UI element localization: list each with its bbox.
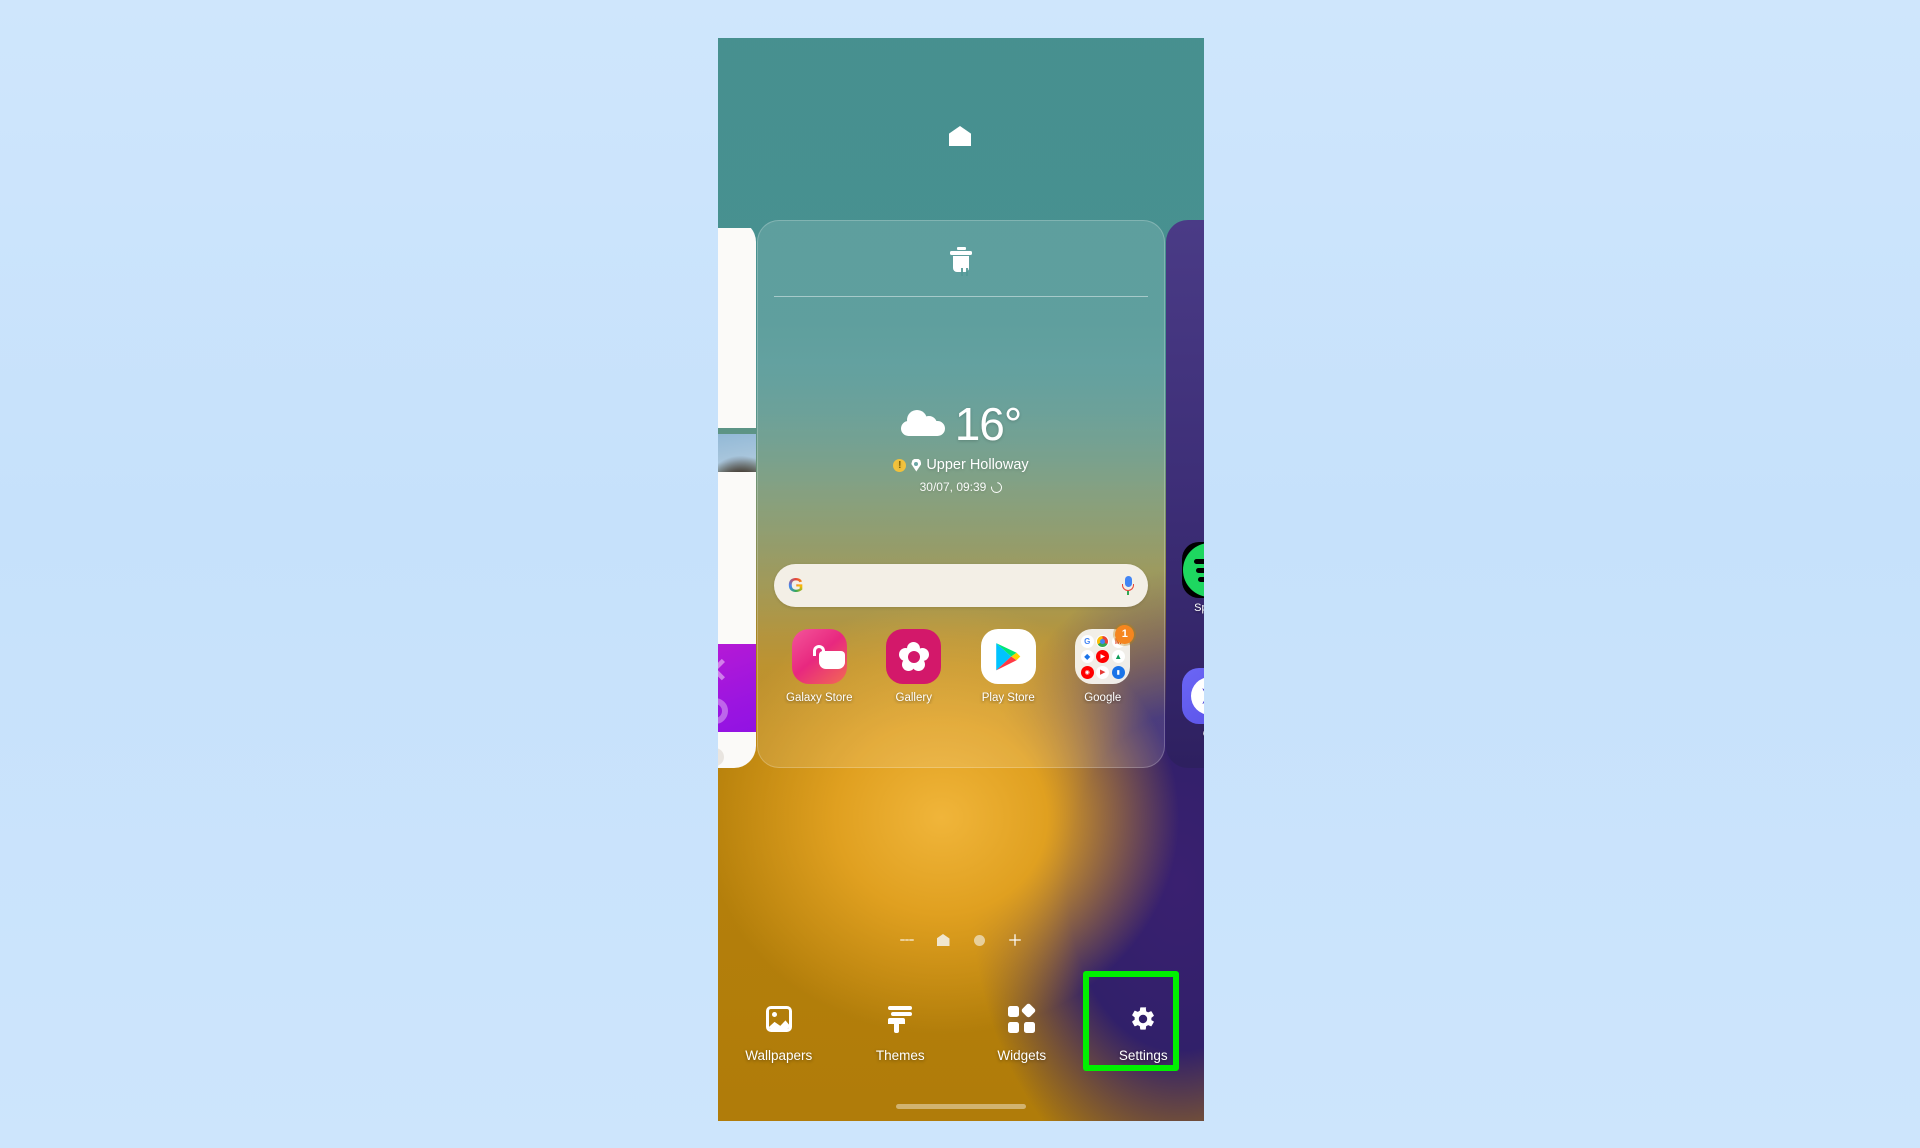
toolbar-label: Settings: [1118, 1048, 1168, 1063]
weather-updated-label: 30/07, 09:39: [919, 480, 987, 494]
home-edit-toolbar: Wallpapers Themes Widgets Settings: [718, 986, 1204, 1094]
app-play-store[interactable]: Play Store: [970, 629, 1046, 704]
page-indicator-row: [718, 933, 1204, 947]
play-store-icon[interactable]: [980, 629, 1036, 684]
meet-icon: ▮: [1111, 665, 1125, 679]
play-triangle-glyph: [996, 642, 1021, 670]
galaxy-store-icon[interactable]: [791, 629, 847, 684]
flower-glyph: [898, 641, 929, 672]
toolbar-item-wallpapers[interactable]: Wallpapers: [718, 986, 840, 1094]
app-galaxy-store[interactable]: Galaxy Store: [781, 629, 857, 704]
preview-card: [718, 228, 756, 428]
toolbar-item-themes[interactable]: Themes: [840, 986, 962, 1094]
close-icon: ✕: [718, 654, 734, 690]
drive-icon: ▲: [1111, 650, 1125, 663]
maps-icon: ◆: [1080, 650, 1094, 663]
home-icon[interactable]: [936, 933, 950, 947]
google-g-icon: G: [788, 574, 804, 597]
location-pin-icon: [911, 458, 922, 472]
toolbar-item-widgets[interactable]: Widgets: [961, 986, 1083, 1094]
shopping-bag-glyph: [806, 644, 846, 669]
previous-home-page-preview[interactable]: ✕: [718, 220, 756, 768]
toolbar-item-settings[interactable]: Settings: [1083, 986, 1205, 1094]
warning-icon: !: [893, 458, 907, 472]
weather-widget[interactable]: 16° ! Upper Holloway 30/07, 09:39: [758, 401, 1164, 495]
app-label: Galaxy Store: [786, 692, 853, 704]
google-folder-icon[interactable]: G M ◆ ▶ ▲ ◉ ▶ ▮ 1: [1075, 625, 1135, 684]
app-label: Play Store: [981, 692, 1035, 704]
gesture-navigation-pill[interactable]: [896, 1104, 1026, 1109]
phone-screen: ✕ Spotify ➤ Clo: [718, 38, 1204, 1121]
previous-page-content: ✕: [718, 220, 756, 768]
brush-icon: [885, 1004, 915, 1034]
spotify-glyph: [1183, 543, 1204, 597]
next-home-page-preview[interactable]: Spotify ➤ Clo: [1166, 220, 1204, 768]
youtube-music-icon: ◉: [1080, 665, 1094, 679]
gear-icon: [1128, 1004, 1158, 1034]
app-row: Galaxy Store Gallery Play Store G ◆ ▶ ▲ …: [772, 625, 1150, 704]
cloud-send-icon[interactable]: ➤: [1182, 668, 1204, 724]
home-glyph: [949, 126, 971, 146]
google-search-icon: G: [1080, 634, 1094, 648]
microphone-icon[interactable]: [1122, 575, 1134, 596]
preview-card: [718, 732, 756, 768]
card-divider: [774, 296, 1148, 297]
widgets-icon: [1007, 1002, 1037, 1034]
app-google-folder[interactable]: G M ◆ ▶ ▲ ◉ ▶ ▮ 1: [1065, 625, 1141, 704]
play-movies-icon: ▶: [1096, 665, 1110, 679]
dot-icon[interactable]: [972, 933, 986, 947]
cloud-icon: [900, 410, 945, 438]
weather-location-label: Upper Holloway: [926, 457, 1029, 473]
home-icon[interactable]: [949, 126, 973, 150]
gallery-icon[interactable]: [886, 629, 942, 684]
app-label-clo: Clo: [1174, 728, 1204, 740]
spotify-icon[interactable]: [1182, 542, 1204, 598]
app-label-spotify: Spotify: [1194, 602, 1204, 614]
chrome-icon: [1096, 634, 1110, 648]
wallpaper-icon: [764, 1004, 794, 1034]
notification-badge: 1: [1115, 625, 1135, 644]
home-page-card[interactable]: 16° ! Upper Holloway 30/07, 09:39 G Gala…: [757, 220, 1165, 768]
weather-temperature: 16°: [954, 398, 1023, 450]
plus-icon[interactable]: [1008, 933, 1022, 947]
toolbar-label: Widgets: [997, 1048, 1047, 1063]
weather-location-row: ! Upper Holloway: [758, 457, 1164, 473]
toolbar-label: Themes: [875, 1048, 925, 1063]
app-label: Google: [1084, 692, 1122, 704]
lines-icon[interactable]: [900, 933, 915, 947]
toolbar-label: Wallpapers: [745, 1048, 813, 1063]
google-search-bar[interactable]: G: [774, 564, 1148, 607]
app-gallery[interactable]: Gallery: [876, 629, 952, 704]
youtube-icon: ▶: [1096, 650, 1110, 663]
send-glyph: ➤: [1191, 677, 1204, 715]
weather-main-row: 16°: [758, 401, 1164, 447]
weather-updated-row: 30/07, 09:39: [758, 479, 1164, 495]
refresh-icon[interactable]: [989, 479, 1005, 495]
app-label: Gallery: [895, 692, 932, 704]
trash-icon[interactable]: [950, 247, 972, 276]
